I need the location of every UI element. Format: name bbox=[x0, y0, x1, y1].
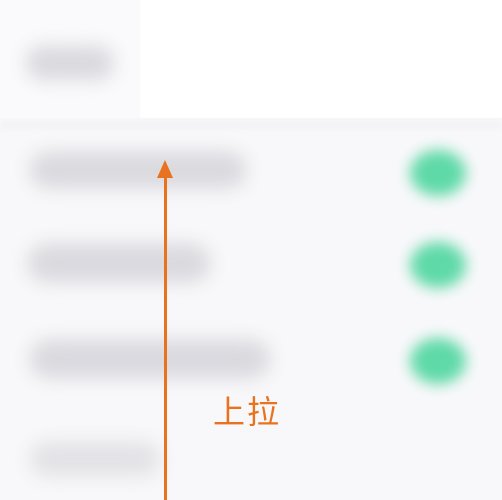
list-item-label-blurred bbox=[30, 442, 160, 476]
blurred-app-screen: 上拉 bbox=[0, 0, 502, 500]
list-item-label-blurred bbox=[30, 152, 246, 188]
toggle-switch-blurred[interactable] bbox=[410, 242, 466, 288]
row-divider bbox=[0, 122, 502, 128]
swipe-up-hint-label: 上拉 bbox=[213, 393, 282, 431]
arrow-up-shaft bbox=[164, 176, 167, 500]
list-item-label-blurred bbox=[28, 244, 210, 282]
list-item-label-blurred bbox=[30, 340, 270, 378]
header-title-blurred bbox=[26, 46, 114, 80]
toggle-switch-blurred[interactable] bbox=[410, 338, 466, 384]
toggle-switch-blurred[interactable] bbox=[410, 150, 466, 196]
